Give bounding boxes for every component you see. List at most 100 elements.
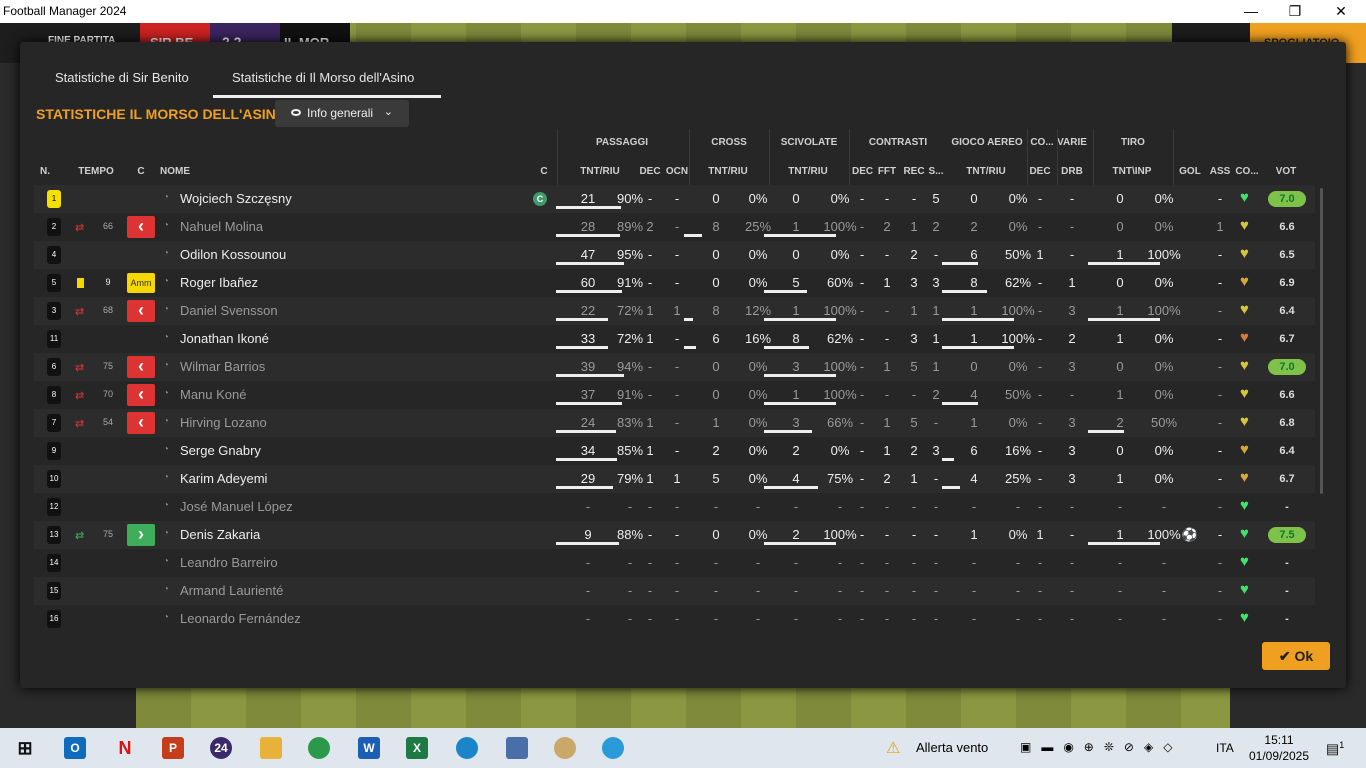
edge-icon[interactable] [456,737,478,759]
netflix-icon[interactable]: N [114,737,136,759]
shirt-number: 7 [47,414,61,432]
stat-percent: - [755,583,761,598]
notifications-icon[interactable]: ▤1 [1326,740,1344,758]
stat-value: - [713,583,719,598]
sub-out-button[interactable]: ‹ [127,300,155,322]
calculator-icon[interactable] [506,737,528,759]
player-name[interactable]: Serge Gnabry [180,443,261,458]
stat-value: - [1217,471,1223,486]
stat-percent: 0% [1154,471,1174,486]
player-name[interactable]: Wilmar Barrios [180,359,265,374]
stat-value: 3 [792,415,800,430]
stat-value: - [674,191,680,206]
weather-alert[interactable]: Allerta vento [916,740,988,755]
ratio-bar [556,290,622,293]
stat-percent: 0% [748,387,768,402]
player-icon: ◔ [163,332,170,343]
tab-away-stats[interactable]: Statistiche di Il Morso dell'Asino [232,70,414,85]
powerpoint-icon[interactable]: P [162,737,184,759]
player-name[interactable]: Odilon Kossounou [180,247,286,262]
player-icon: ◔ [163,304,170,315]
stat-value: 3 [910,275,918,290]
stat-value: - [859,555,865,570]
maximize-icon[interactable]: ❐ [1272,0,1318,23]
tab-home-stats[interactable]: Statistiche di Sir Benito [55,70,189,85]
outlook-icon[interactable]: O [64,737,86,759]
stat-value: 1 [646,415,654,430]
column-header: N. [40,166,50,177]
sub-out-icon: ⇄ [75,418,85,430]
player-name[interactable]: Daniel Svensson [180,303,278,318]
stat-value: - [1217,331,1223,346]
stat-value: - [1037,387,1043,402]
stat-value: - [911,387,917,402]
rating: 6.7 [1279,333,1295,345]
ratio-bar [764,430,812,433]
close-icon[interactable]: ✕ [1318,0,1364,23]
excel-icon[interactable]: X [406,737,428,759]
stat-value: - [933,527,939,542]
sub-out-button[interactable]: ‹ [127,412,155,434]
sub-out-button[interactable]: ‹ [127,384,155,406]
player-name[interactable]: Denis Zakaria [180,527,260,542]
stat-value: 37 [580,387,596,402]
stat-percent: 0% [1154,219,1174,234]
column-header: DEC [639,166,661,177]
file-explorer-icon[interactable] [260,737,282,759]
view-dropdown[interactable]: Info generali ⌄ [275,100,409,127]
minute: 54 [102,417,113,427]
stat-value: - [674,499,680,514]
player-icon: ◔ [163,556,170,567]
sub-out-button[interactable]: ‹ [127,216,155,238]
player-icon: ◔ [163,612,170,623]
player-name[interactable]: Leonardo Fernández [180,611,301,626]
ratio-bar [764,486,818,489]
player-name[interactable]: José Manuel López [180,499,293,514]
paint-icon[interactable] [554,737,576,759]
condition-heart-icon: ♥ [1240,357,1249,374]
stat-value: 1 [1068,275,1076,290]
shirt-number: 11 [47,330,61,348]
stat-value: - [859,219,865,234]
rating: - [1285,501,1289,513]
shirt-number: 8 [47,386,61,404]
stat-value: - [793,583,799,598]
player-icon: ◔ [163,220,170,231]
tray-icons[interactable]: ▣▬◉⊕❊⊘◈◇ [1020,740,1182,754]
football-manager-icon[interactable]: 24 [210,737,232,759]
player-name[interactable]: Jonathan Ikoné [180,331,269,346]
player-name[interactable]: Leandro Barreiro [180,555,278,570]
ok-button[interactable]: ✔ Ok [1262,642,1330,670]
stat-percent: 0% [748,471,768,486]
windows-start-icon[interactable]: ⊞ [14,737,36,759]
stat-value: 6 [712,331,720,346]
player-name[interactable]: Manu Koné [180,387,247,402]
clock[interactable]: 15:11 01/09/2025 [1248,732,1310,764]
stat-value: - [1037,191,1043,206]
telegram-icon[interactable] [602,737,624,759]
sub-out-button[interactable]: ‹ [127,356,155,378]
stat-value: 0 [712,191,720,206]
minimize-icon[interactable]: — [1228,0,1274,23]
player-name[interactable]: Karim Adeyemi [180,471,267,486]
stat-value: 4 [970,471,978,486]
chrome-icon[interactable] [308,737,330,759]
stat-value: - [647,611,653,626]
sub-out-icon: ⇄ [75,362,85,374]
player-name[interactable]: Armand Laurienté [180,583,283,598]
player-name[interactable]: Wojciech Szczęsny [180,191,292,206]
word-icon[interactable]: W [358,737,380,759]
shirt-number: 13 [47,526,61,544]
player-name[interactable]: Nahuel Molina [180,219,263,234]
stat-value: - [1069,191,1075,206]
scrollbar[interactable] [1320,188,1323,494]
language-indicator[interactable]: ITA [1216,741,1234,755]
player-name[interactable]: Hirving Lozano [180,415,267,430]
sub-in-button[interactable]: › [127,524,155,546]
stat-value: - [884,555,890,570]
stat-value: 3 [932,275,940,290]
stat-value: - [647,275,653,290]
ratio-bar [764,318,836,321]
player-name[interactable]: Roger Ibañez [180,275,258,290]
ratio-bar [764,402,836,405]
